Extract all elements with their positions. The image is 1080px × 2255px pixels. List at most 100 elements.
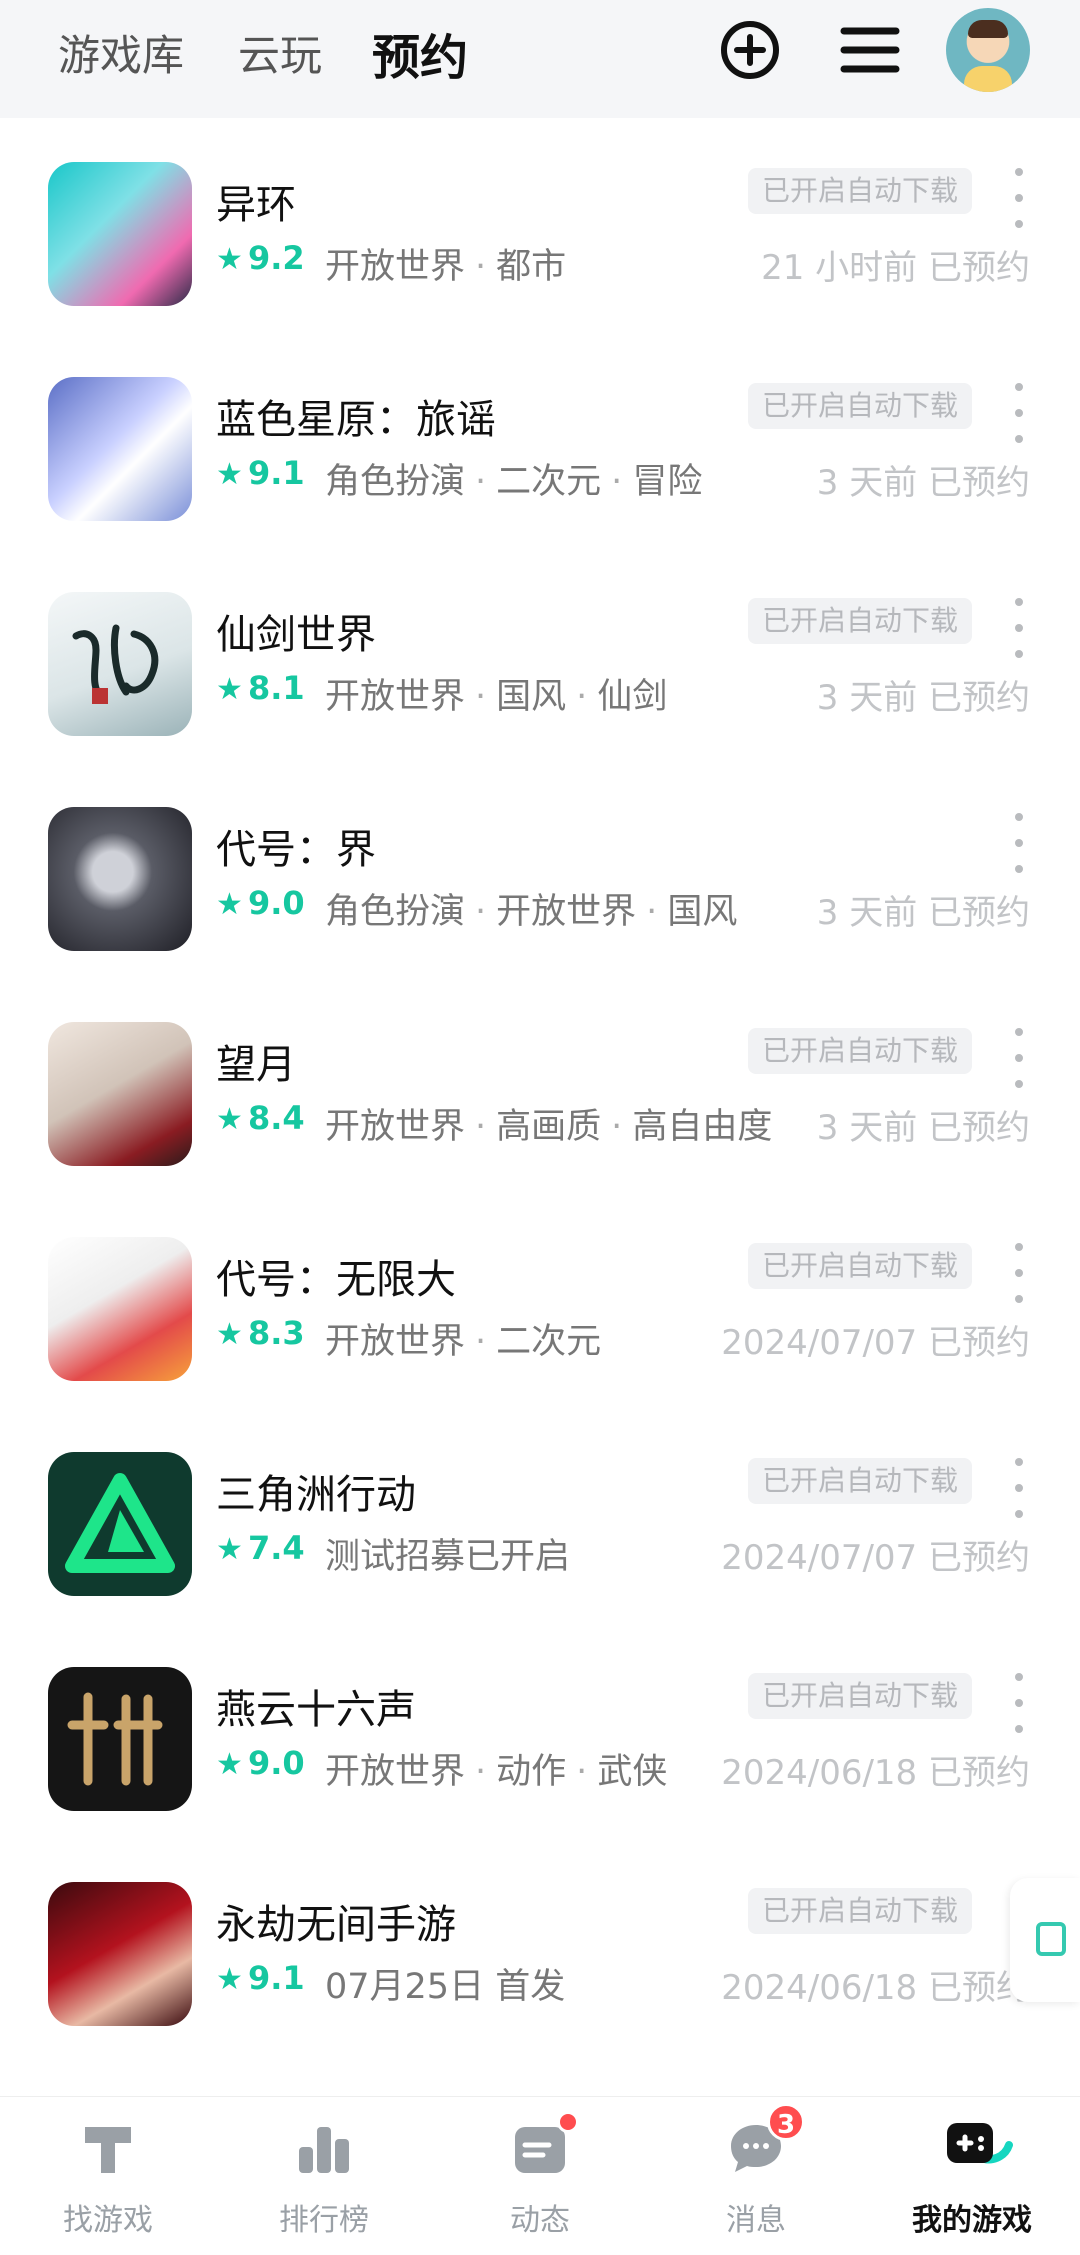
rating: 8.1: [248, 669, 305, 707]
game-icon: [48, 162, 192, 306]
rating: 9.1: [248, 1959, 305, 1997]
list-item[interactable]: 仙剑世界 ★ 8.1 开放世界 · 国风 · 仙剑 已开启自动下载 3 天前 已预约: [0, 548, 1080, 763]
rating: 7.4: [248, 1529, 305, 1567]
game-name: 三角洲行动: [216, 1472, 416, 1518]
game-tags: 角色扮演 · 开放世界 · 国风: [325, 892, 738, 932]
game-icon: [48, 592, 192, 736]
download-icon: [1036, 1922, 1066, 1956]
star-icon: ★: [216, 1317, 243, 1352]
star-icon: ★: [216, 1102, 243, 1137]
reserve-status: 3 天前 已预约: [816, 463, 1030, 503]
unread-count-badge: 3: [767, 2103, 805, 2141]
game-icon: [48, 1022, 192, 1166]
game-icon: [48, 1667, 192, 1811]
auto-download-badge: 已开启自动下载: [747, 1673, 972, 1719]
game-tags: 开放世界 · 高画质 · 高自由度: [325, 1107, 773, 1147]
reservation-list: 异环 ★ 9.2 开放世界 · 都市 已开启自动下载 21 小时前 已预约 蓝色星原…: [0, 118, 1080, 2096]
more-icon[interactable]: [1006, 168, 1032, 228]
list-item[interactable]: 代号：界 ★ 9.0 角色扮演 · 开放世界 · 国风 3 天前 已预约: [0, 763, 1080, 978]
game-tags: 测试招募已开启: [325, 1537, 571, 1577]
reserve-status: 2024/07/07 已预约: [721, 1538, 1030, 1578]
app-screen: 游戏库 云玩 预约 异环 ★ 9.2 开放世界 · 都市 已开启自动下载 21 小时…: [0, 0, 1080, 2255]
auto-download-badge: 已开启自动下载: [747, 383, 972, 429]
reserve-status: 3 天前 已预约: [816, 678, 1030, 718]
game-icon: [48, 807, 192, 951]
list-item[interactable]: 燕云十六声 ★ 9.0 开放世界 · 动作 · 武侠 已开启自动下载 2024/06/1…: [0, 1623, 1080, 1838]
more-icon[interactable]: [1006, 1028, 1032, 1088]
auto-download-badge: 已开启自动下载: [747, 1243, 972, 1289]
list-item[interactable]: 永劫无间手游 ★ 9.1 07月25日 首发 已开启自动下载 2024/06/1…: [0, 1838, 1080, 2053]
star-icon: ★: [216, 1747, 243, 1782]
more-icon[interactable]: [1006, 1673, 1032, 1733]
game-name: 望月: [216, 1042, 296, 1088]
game-icon: [48, 1237, 192, 1381]
star-icon: ★: [216, 672, 243, 707]
more-icon[interactable]: [1006, 813, 1032, 873]
more-icon[interactable]: [1006, 383, 1032, 443]
game-tags: 角色扮演 · 二次元 · 冒险: [325, 462, 703, 502]
auto-download-badge: 已开启自动下载: [747, 168, 972, 214]
ranking-icon: [293, 2117, 355, 2179]
download-manager-tab[interactable]: [1010, 1878, 1080, 2002]
game-name: 蓝色星原：旅谣: [216, 397, 496, 443]
game-name: 异环: [216, 182, 296, 228]
game-tags: 07月25日 首发: [325, 1967, 566, 2007]
list-item[interactable]: 代号：无限大 ★ 8.3 开放世界 · 二次元 已开启自动下载 2024/07/07…: [0, 1193, 1080, 1408]
rating: 9.0: [248, 1744, 305, 1782]
reserve-status: 2024/07/07 已预约: [721, 1323, 1030, 1363]
star-icon: ★: [216, 1532, 243, 1567]
game-name: 仙剑世界: [216, 612, 376, 658]
auto-download-badge: 已开启自动下载: [747, 598, 972, 644]
game-tags: 开放世界 · 都市: [325, 247, 567, 287]
my-games-icon: [941, 2117, 1013, 2179]
reserve-status: 2024/06/18 已预约: [721, 1968, 1030, 2008]
game-tags: 开放世界 · 国风 · 仙剑: [325, 677, 668, 717]
reserve-status: 3 天前 已预约: [816, 1108, 1030, 1148]
game-name: 燕云十六声: [216, 1687, 416, 1733]
nav-messages[interactable]: 3 消息: [648, 2103, 864, 2239]
list-item[interactable]: 蓝色星原：旅谣 ★ 9.1 角色扮演 · 二次元 · 冒险 已开启自动下载 3 天前 已…: [0, 333, 1080, 548]
game-icon: [48, 377, 192, 521]
star-icon: ★: [216, 242, 243, 277]
menu-icon[interactable]: [838, 18, 902, 82]
game-tags: 开放世界 · 二次元: [325, 1322, 602, 1362]
reserve-status: 3 天前 已预约: [816, 893, 1030, 933]
star-icon: ★: [216, 1962, 243, 1997]
rating: 8.3: [248, 1314, 305, 1352]
find-game-icon: [77, 2117, 139, 2179]
game-name: 代号：界: [216, 827, 376, 873]
nav-feed[interactable]: 动态: [432, 2111, 648, 2239]
add-icon[interactable]: [718, 18, 782, 82]
more-icon[interactable]: [1006, 1243, 1032, 1303]
game-name: 永劫无间手游: [216, 1902, 456, 1948]
message-icon: 3: [725, 2103, 805, 2179]
game-name: 代号：无限大: [216, 1257, 456, 1303]
nav-find-game[interactable]: 找游戏: [0, 2117, 216, 2239]
top-header: 游戏库 云玩 预约: [0, 0, 1080, 118]
reserve-status: 21 小时前 已预约: [761, 248, 1030, 288]
feed-icon: [509, 2111, 579, 2179]
tab-cloud-play[interactable]: 云玩: [238, 22, 322, 83]
nav-ranking[interactable]: 排行榜: [216, 2117, 432, 2239]
star-icon: ★: [216, 887, 243, 922]
game-icon: [48, 1452, 192, 1596]
tab-reservation[interactable]: 预约: [368, 18, 473, 88]
list-item[interactable]: 三角洲行动 ★ 7.4 测试招募已开启 已开启自动下载 2024/07/07 已…: [0, 1408, 1080, 1623]
rating: 9.2: [248, 239, 305, 277]
auto-download-badge: 已开启自动下载: [747, 1458, 972, 1504]
new-feed-dot: [557, 2111, 579, 2133]
bottom-nav: 找游戏 排行榜 动态 3 消息 我的游戏: [0, 2096, 1080, 2255]
reserve-status: 2024/06/18 已预约: [721, 1753, 1030, 1793]
user-avatar[interactable]: [946, 8, 1030, 92]
list-item[interactable]: 望月 ★ 8.4 开放世界 · 高画质 · 高自由度 已开启自动下载 3 天前 已预约: [0, 978, 1080, 1193]
star-icon: ★: [216, 457, 243, 492]
more-icon[interactable]: [1006, 1458, 1032, 1518]
auto-download-badge: 已开启自动下载: [747, 1888, 972, 1934]
rating: 9.0: [248, 884, 305, 922]
list-item[interactable]: 异环 ★ 9.2 开放世界 · 都市 已开启自动下载 21 小时前 已预约: [0, 118, 1080, 333]
auto-download-badge: 已开启自动下载: [747, 1028, 972, 1074]
rating: 8.4: [248, 1099, 305, 1137]
tab-game-library[interactable]: 游戏库: [58, 22, 184, 83]
more-icon[interactable]: [1006, 598, 1032, 658]
nav-my-games[interactable]: 我的游戏: [864, 2117, 1080, 2239]
